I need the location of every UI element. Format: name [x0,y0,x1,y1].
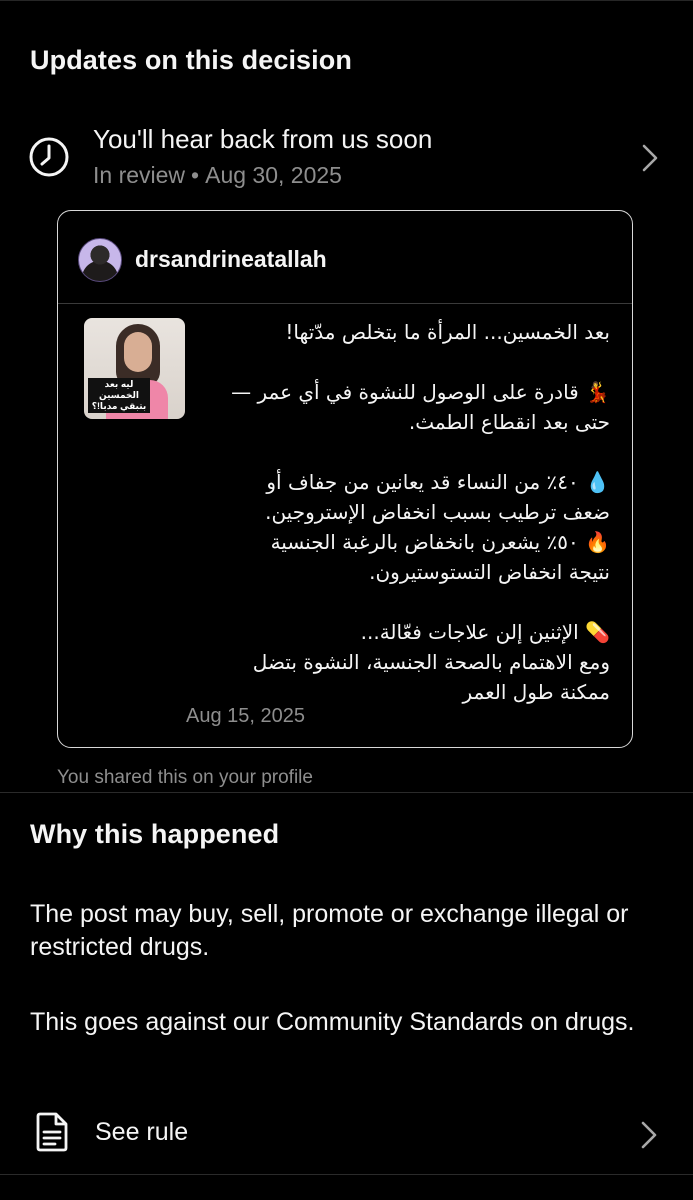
status-state: In review [93,162,186,188]
post-thumbnail: ليه بعد الخمسين بتبقي مدبا!؟ [84,318,185,419]
section-divider [0,792,693,793]
post-caption-text: بعد الخمسين... المرأة ما بتخلص مدّتها! 💃… [231,320,610,704]
status-separator: • [191,162,200,188]
post-username: drsandrineatallah [135,246,327,272]
updates-section-title: Updates on this decision [30,45,352,75]
policy-text: This goes against our Community Standard… [30,1008,635,1036]
why-section-title: Why this happened [30,819,280,849]
see-rule-label: See rule [95,1118,189,1146]
chevron-right-icon [641,1121,657,1149]
status-title: You'll hear back from us soon [93,124,433,154]
card-divider [58,303,632,304]
reported-post-card[interactable]: drsandrineatallah ليه بعد الخمسين بتبقي … [57,210,633,748]
bottom-divider [0,1174,693,1175]
avatar [78,238,122,282]
status-subtitle: In review • Aug 30, 2025 [93,162,342,189]
top-divider [0,0,693,1]
thumbnail-caption: ليه بعد الخمسين بتبقي مدبا!؟ [88,378,150,413]
reason-text: The post may buy, sell, promote or excha… [30,900,629,961]
see-rule-button[interactable]: See rule [0,1100,693,1168]
clock-icon [29,137,69,177]
post-date: Aug 15, 2025 [186,705,305,727]
chevron-right-icon [642,144,658,172]
shared-note: You shared this on your profile [57,767,313,788]
status-date: Aug 30, 2025 [205,162,342,188]
document-icon [36,1112,68,1152]
review-status-row[interactable]: You'll hear back from us soon In review •… [0,112,693,202]
